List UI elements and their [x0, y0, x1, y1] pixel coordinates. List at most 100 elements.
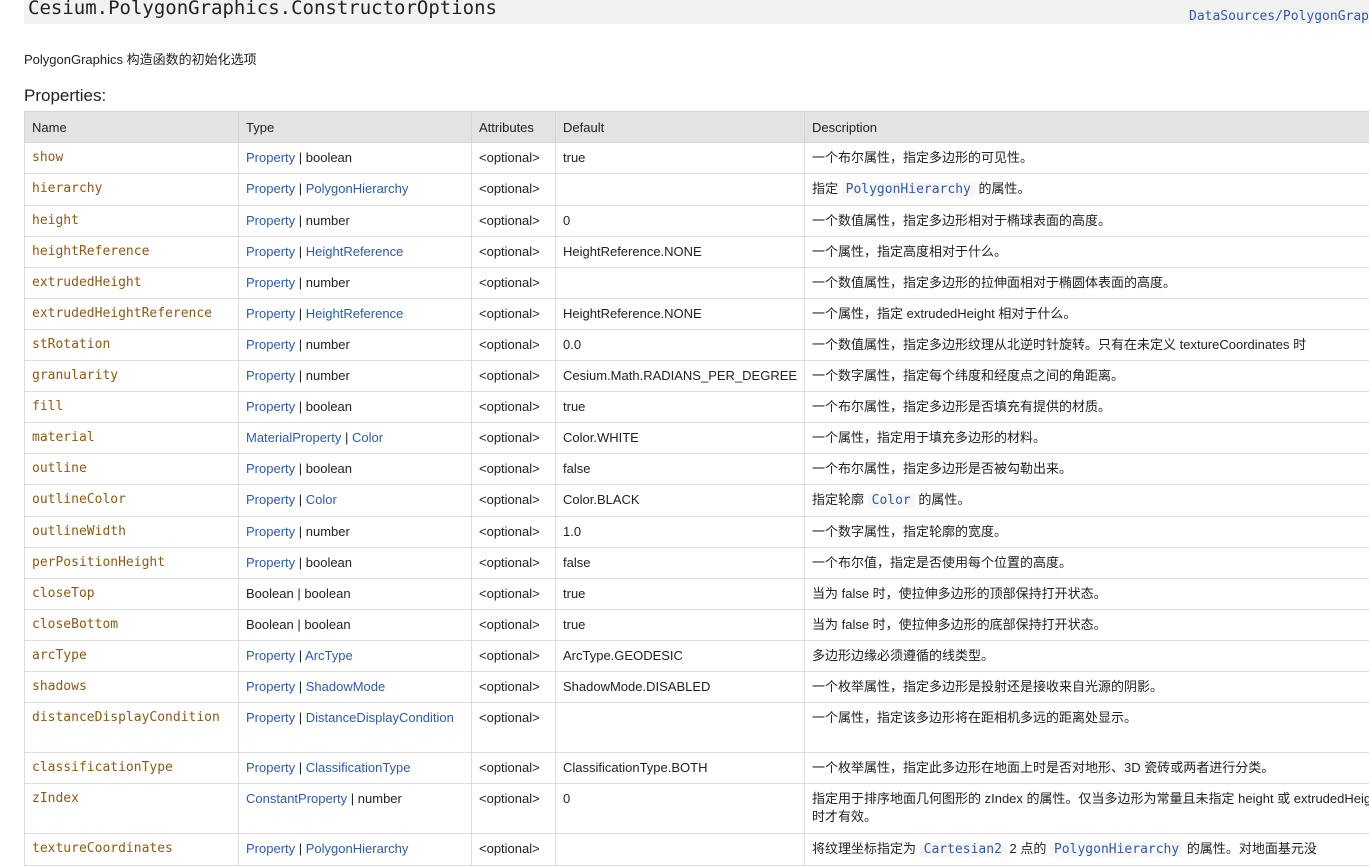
type-link[interactable]: Property	[246, 213, 295, 228]
property-description: 指定用于排序地面几何图形的 zIndex 的属性。仅当多边形为常量且未指定 he…	[805, 784, 1369, 834]
property-attributes: <optional>	[472, 174, 556, 206]
property-attributes: <optional>	[472, 454, 556, 485]
type-link[interactable]: Property	[246, 181, 295, 196]
description-code-link[interactable]: Color	[868, 493, 915, 508]
type-link[interactable]: Property	[246, 555, 295, 570]
property-name: show	[25, 143, 239, 174]
type-link[interactable]: Property	[246, 492, 295, 507]
source-link[interactable]: DataSources/PolygonGraphics	[1189, 9, 1369, 24]
property-default: 0	[556, 206, 805, 237]
property-type: Property | Color	[239, 485, 472, 517]
property-attributes: <optional>	[472, 485, 556, 517]
type-link[interactable]: Property	[246, 150, 295, 165]
type-link[interactable]: PolygonHierarchy	[306, 181, 409, 196]
table-row: classificationTypeProperty | Classificat…	[25, 753, 1369, 784]
type-link[interactable]: HeightReference	[306, 244, 404, 259]
type-link[interactable]: Property	[246, 244, 295, 259]
property-default: ClassificationType.BOTH	[556, 753, 805, 784]
type-text: boolean	[306, 555, 352, 570]
property-default: true	[556, 579, 805, 610]
table-row: showProperty | boolean<optional>true一个布尔…	[25, 143, 1369, 174]
property-attributes: <optional>	[472, 268, 556, 299]
property-type: Property | number	[239, 330, 472, 361]
type-link[interactable]: ArcType	[305, 648, 353, 663]
property-description: 一个属性，指定高度相对于什么。	[805, 237, 1369, 268]
property-default	[556, 703, 805, 753]
description-text: 一个数字属性，指定轮廓的宽度。	[812, 524, 1007, 539]
type-link[interactable]: Property	[246, 275, 295, 290]
property-name: outlineWidth	[25, 517, 239, 548]
type-link[interactable]: Property	[246, 461, 295, 476]
property-description: 一个枚举属性，指定此多边形在地面上时是否对地形、3D 瓷砖或两者进行分类。	[805, 753, 1369, 784]
type-link[interactable]: DistanceDisplayCondition	[306, 710, 454, 725]
property-name: extrudedHeight	[25, 268, 239, 299]
column-header-name: Name	[25, 112, 239, 143]
description-text: 一个数值属性，指定多边形纹理从北逆时针旋转。只有在未定义 textureCoor…	[812, 337, 1306, 352]
type-link[interactable]: Property	[246, 648, 295, 663]
type-text: boolean	[304, 586, 350, 601]
property-name: granularity	[25, 361, 239, 392]
property-description: 一个数字属性，指定每个纬度和经度点之间的角距离。	[805, 361, 1369, 392]
type-link[interactable]: HeightReference	[306, 306, 404, 321]
property-default	[556, 834, 805, 866]
property-name: arcType	[25, 641, 239, 672]
description-code-link[interactable]: Cartesian2	[920, 842, 1006, 857]
table-row: outlineWidthProperty | number<optional>1…	[25, 517, 1369, 548]
type-link[interactable]: Property	[246, 760, 295, 775]
property-name: heightReference	[25, 237, 239, 268]
description-text: 一个数值属性，指定多边形相对于椭球表面的高度。	[812, 213, 1111, 228]
table-row: perPositionHeightProperty | boolean<opti…	[25, 548, 1369, 579]
property-attributes: <optional>	[472, 206, 556, 237]
type-link[interactable]: Property	[246, 399, 295, 414]
property-name: height	[25, 206, 239, 237]
type-link[interactable]: ConstantProperty	[246, 791, 347, 806]
table-body: showProperty | boolean<optional>true一个布尔…	[25, 143, 1369, 866]
type-link[interactable]: Color	[306, 492, 337, 507]
property-default: HeightReference.NONE	[556, 299, 805, 330]
type-link[interactable]: Property	[246, 710, 295, 725]
description-text: 多边形边缘必须遵循的线类型。	[812, 648, 994, 663]
type-link[interactable]: Property	[246, 841, 295, 856]
type-link[interactable]: Property	[246, 679, 295, 694]
table-row: zIndexConstantProperty | number<optional…	[25, 784, 1369, 834]
type-link[interactable]: Color	[352, 430, 383, 445]
type-link[interactable]: Property	[246, 306, 295, 321]
description-text: 一个属性，指定高度相对于什么。	[812, 244, 1007, 259]
table-row: closeBottomBoolean | boolean<optional>tr…	[25, 610, 1369, 641]
type-link[interactable]: ShadowMode	[306, 679, 386, 694]
property-description: 指定轮廓 Color 的属性。	[805, 485, 1369, 517]
type-text: boolean	[304, 617, 350, 632]
property-description: 一个布尔属性，指定多边形的可见性。	[805, 143, 1369, 174]
property-name: outlineColor	[25, 485, 239, 517]
description-code-link[interactable]: PolygonHierarchy	[842, 182, 975, 197]
property-description: 一个属性，指定 extrudedHeight 相对于什么。	[805, 299, 1369, 330]
property-type: Property | HeightReference	[239, 237, 472, 268]
table-row: stRotationProperty | number<optional>0.0…	[25, 330, 1369, 361]
type-link[interactable]: Property	[246, 337, 295, 352]
description-text: 一个布尔属性，指定多边形的可见性。	[812, 150, 1033, 165]
description-text: 的属性。	[915, 492, 971, 507]
column-header-type: Type	[239, 112, 472, 143]
type-link[interactable]: Property	[246, 524, 295, 539]
description-text: 一个枚举属性，指定多边形是投射还是接收来自光源的阴影。	[812, 679, 1163, 694]
property-name: distanceDisplayCondition	[25, 703, 239, 753]
title-bar: Cesium.PolygonGraphics.ConstructorOption…	[24, 0, 1369, 24]
type-link[interactable]: Property	[246, 368, 295, 383]
property-name: perPositionHeight	[25, 548, 239, 579]
type-text: boolean	[306, 399, 352, 414]
type-link[interactable]: PolygonHierarchy	[306, 841, 409, 856]
property-description: 当为 false 时，使拉伸多边形的底部保持打开状态。	[805, 610, 1369, 641]
property-type: MaterialProperty | Color	[239, 423, 472, 454]
property-type: Property | boolean	[239, 454, 472, 485]
description-text: 一个数字属性，指定每个纬度和经度点之间的角距离。	[812, 368, 1124, 383]
property-description: 一个属性，指定用于填充多边形的材料。	[805, 423, 1369, 454]
type-text: Boolean	[246, 617, 294, 632]
type-text: number	[306, 275, 350, 290]
property-attributes: <optional>	[472, 703, 556, 753]
property-type: Boolean | boolean	[239, 610, 472, 641]
type-link[interactable]: ClassificationType	[306, 760, 411, 775]
description-code-link[interactable]: PolygonHierarchy	[1050, 842, 1183, 857]
type-link[interactable]: MaterialProperty	[246, 430, 341, 445]
property-type: Property | HeightReference	[239, 299, 472, 330]
property-default: ArcType.GEODESIC	[556, 641, 805, 672]
